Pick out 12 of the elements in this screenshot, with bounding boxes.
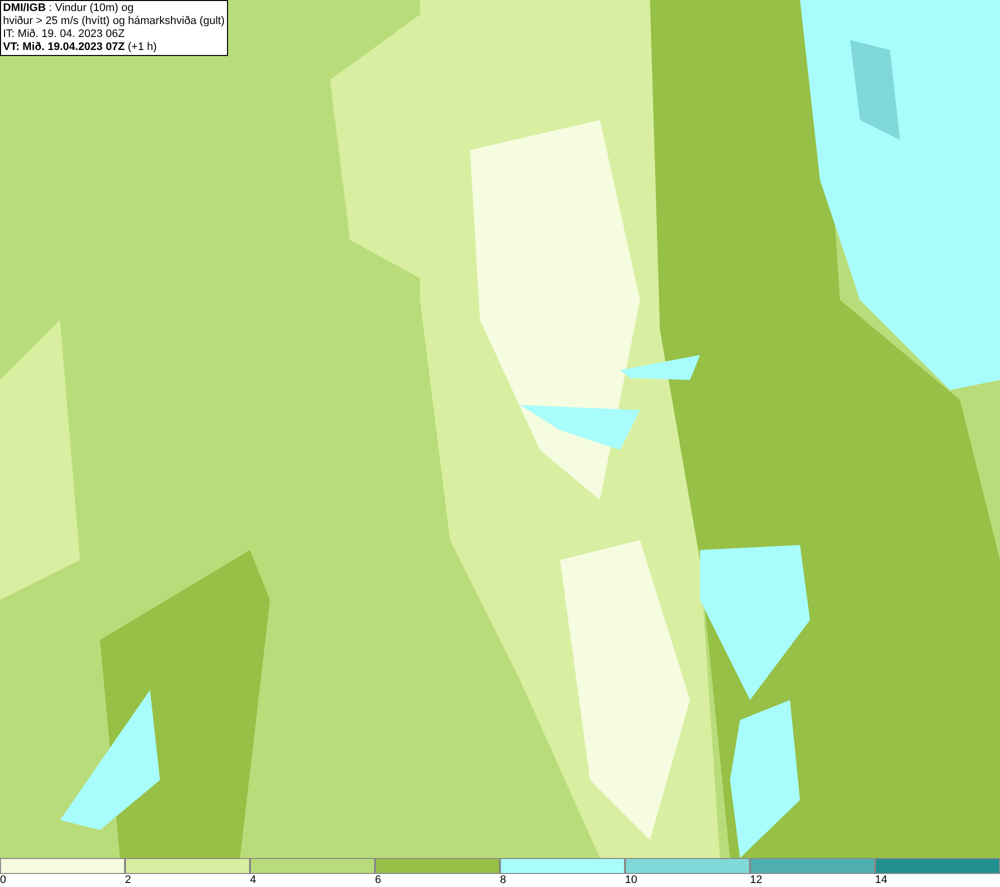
legend-tick-label: 6 — [375, 874, 382, 887]
legend-tick-label: 14 — [875, 874, 888, 887]
title-line: IT: Mið. 19. 04. 2023 06Z — [3, 28, 126, 41]
title-line: VT: Mið. 19.04.2023 07Z (+1 h) — [3, 41, 158, 54]
legend-tick-label: 0 — [0, 874, 6, 887]
legend-tick-label: 4 — [250, 874, 256, 887]
title-line: hviður > 25 m/s (hvítt) og hámarkshviða (gult) — [3, 15, 225, 28]
legend-tick-label: 10 — [625, 874, 638, 887]
legend-tick-label: 2 — [125, 874, 132, 887]
legend-tick-label: 8 — [500, 874, 506, 887]
title-line: DMI/IGB : Vindur (10m) og — [3, 2, 135, 15]
legend-tick-label: 12 — [750, 874, 762, 887]
